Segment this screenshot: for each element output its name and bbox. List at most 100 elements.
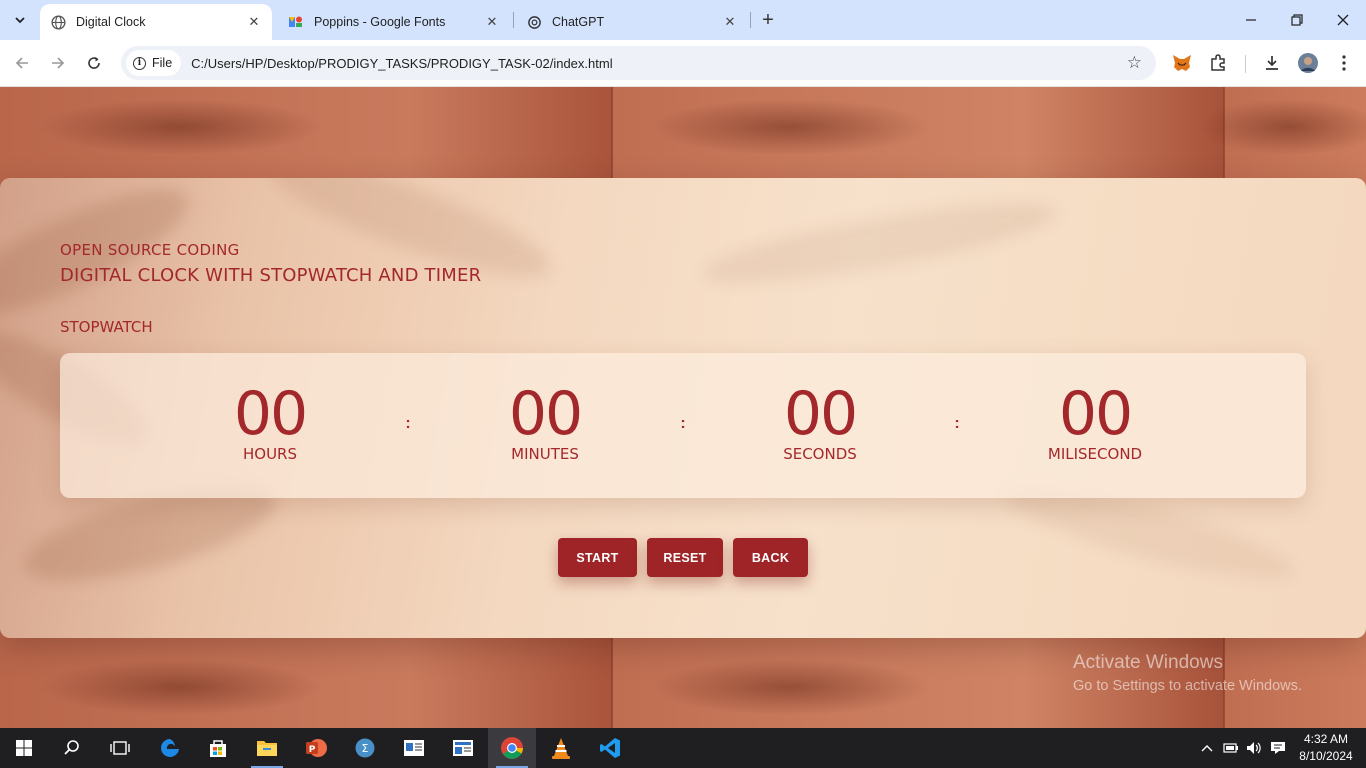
back-button[interactable]: BACK [733, 538, 808, 577]
new-tab-button[interactable]: + [756, 8, 780, 32]
arrow-right-icon [52, 57, 65, 69]
svg-text:Σ: Σ [362, 742, 369, 755]
speaker-icon [1247, 742, 1261, 754]
menu-kebab-icon[interactable] [1330, 49, 1358, 77]
tab-google-fonts[interactable]: Poppins - Google Fonts ✕ [278, 4, 510, 40]
close-icon[interactable]: ✕ [484, 14, 500, 30]
milliseconds-label: MILISECOND [1047, 445, 1143, 463]
taskbar-vscode[interactable] [586, 728, 634, 768]
show-hidden-icons-button[interactable] [1196, 728, 1218, 768]
clock-card: OPEN SOURCE CODING DIGITAL CLOCK WITH ST… [0, 178, 1366, 638]
browser-tab-strip: Digital Clock ✕ Poppins - Google Fonts ✕… [0, 0, 1366, 40]
milliseconds-value: 00 [1058, 379, 1133, 449]
news2-icon [453, 740, 473, 756]
news-icon [404, 740, 424, 756]
close-window-button[interactable] [1320, 0, 1366, 40]
taskbar-app-news2[interactable] [439, 728, 487, 768]
plus-icon: + [762, 8, 774, 31]
task-view-icon [110, 741, 130, 755]
minutes-unit: 00 MINUTES [465, 381, 625, 463]
page-viewport: OPEN SOURCE CODING DIGITAL CLOCK WITH ST… [0, 87, 1366, 728]
metamask-extension-icon[interactable] [1168, 49, 1196, 77]
info-icon: i [133, 56, 146, 70]
chrome-icon [501, 737, 523, 759]
address-bar[interactable]: i File C:/Users/HP/Desktop/PRODIGY_TASKS… [121, 46, 1156, 80]
sql-icon: Σ [355, 738, 375, 758]
activate-windows-watermark: Activate Windows Go to Settings to activ… [1073, 652, 1302, 694]
downloads-icon[interactable] [1258, 49, 1286, 77]
vscode-icon [600, 738, 620, 758]
minimize-icon [1246, 19, 1256, 21]
browser-toolbar: i File C:/Users/HP/Desktop/PRODIGY_TASKS… [0, 40, 1366, 87]
stopwatch-display: 00 HOURS : 00 MINUTES : 00 SECONDS : 00 … [60, 353, 1306, 498]
powerpoint-icon: P [306, 739, 327, 757]
taskbar-chrome[interactable] [488, 728, 536, 768]
tab-search-button[interactable] [6, 6, 34, 34]
taskbar-vlc[interactable] [537, 728, 585, 768]
volume-tray-icon[interactable] [1243, 728, 1265, 768]
taskbar-file-explorer[interactable] [243, 728, 291, 768]
google-fonts-icon [288, 14, 304, 30]
start-button[interactable] [0, 728, 48, 768]
tab-digital-clock[interactable]: Digital Clock ✕ [40, 4, 272, 40]
minutes-value: 00 [508, 379, 583, 449]
chatgpt-icon [526, 14, 542, 30]
taskbar-edge[interactable] [146, 728, 194, 768]
hours-label: HOURS [242, 445, 297, 463]
notification-icon [1271, 742, 1285, 754]
time-separator: : [680, 415, 686, 432]
system-clock[interactable]: 4:32 AM 8/10/2024 [1288, 731, 1364, 765]
windows-taskbar: P Σ 4:32 AM 8/10/2024 [0, 728, 1366, 768]
close-icon [1337, 14, 1349, 26]
taskbar-store[interactable] [194, 728, 242, 768]
taskbar-search-button[interactable] [48, 728, 96, 768]
chevron-up-icon [1201, 745, 1213, 752]
watermark-subtitle: Go to Settings to activate Windows. [1073, 678, 1302, 694]
reset-button[interactable]: RESET [647, 538, 723, 577]
close-icon[interactable]: ✕ [246, 14, 262, 30]
store-icon [210, 740, 226, 757]
globe-icon [50, 14, 66, 30]
tab-chatgpt[interactable]: ChatGPT ✕ [516, 4, 748, 40]
tab-divider [513, 12, 514, 28]
hours-unit: 00 HOURS [190, 381, 350, 463]
leaf-shadow [698, 187, 1062, 299]
notifications-tray-icon[interactable] [1267, 728, 1289, 768]
minimize-button[interactable] [1228, 0, 1274, 40]
tab-divider [750, 12, 751, 28]
search-icon [64, 740, 79, 755]
restore-icon [1291, 14, 1303, 26]
edge-icon [161, 739, 179, 757]
seconds-unit: 00 SECONDS [740, 381, 900, 463]
back-button[interactable] [7, 48, 37, 78]
taskbar-app-news[interactable] [390, 728, 438, 768]
chevron-down-icon [15, 17, 25, 24]
taskbar-sql[interactable]: Σ [341, 728, 389, 768]
vlc-icon [552, 738, 570, 759]
forward-button[interactable] [43, 48, 73, 78]
svg-text:P: P [309, 745, 316, 755]
url-text[interactable]: C:/Users/HP/Desktop/PRODIGY_TASKS/PRODIG… [191, 56, 612, 71]
chip-label: File [152, 56, 173, 70]
arrow-left-icon [15, 57, 28, 69]
time-separator: : [405, 415, 411, 432]
extensions-puzzle-icon[interactable] [1204, 49, 1232, 77]
task-view-button[interactable] [96, 728, 144, 768]
reload-button[interactable] [79, 48, 109, 78]
restore-button[interactable] [1274, 0, 1320, 40]
tab-title: Digital Clock [76, 15, 146, 29]
minutes-label: MINUTES [511, 445, 579, 463]
battery-tray-icon[interactable] [1220, 728, 1242, 768]
site-info-chip[interactable]: i File [126, 50, 182, 76]
profile-avatar[interactable] [1294, 49, 1322, 77]
reload-icon [88, 57, 100, 69]
brand-name: OPEN SOURCE CODING [60, 241, 240, 259]
time-separator: : [954, 415, 960, 432]
page-title: DIGITAL CLOCK WITH STOPWATCH AND TIMER [60, 265, 482, 286]
hours-value: 00 [233, 379, 308, 449]
bookmark-star-icon[interactable]: ☆ [1127, 53, 1142, 73]
start-button[interactable]: START [558, 538, 637, 577]
seconds-label: SECONDS [783, 445, 857, 463]
close-icon[interactable]: ✕ [722, 14, 738, 30]
taskbar-powerpoint[interactable]: P [292, 728, 340, 768]
